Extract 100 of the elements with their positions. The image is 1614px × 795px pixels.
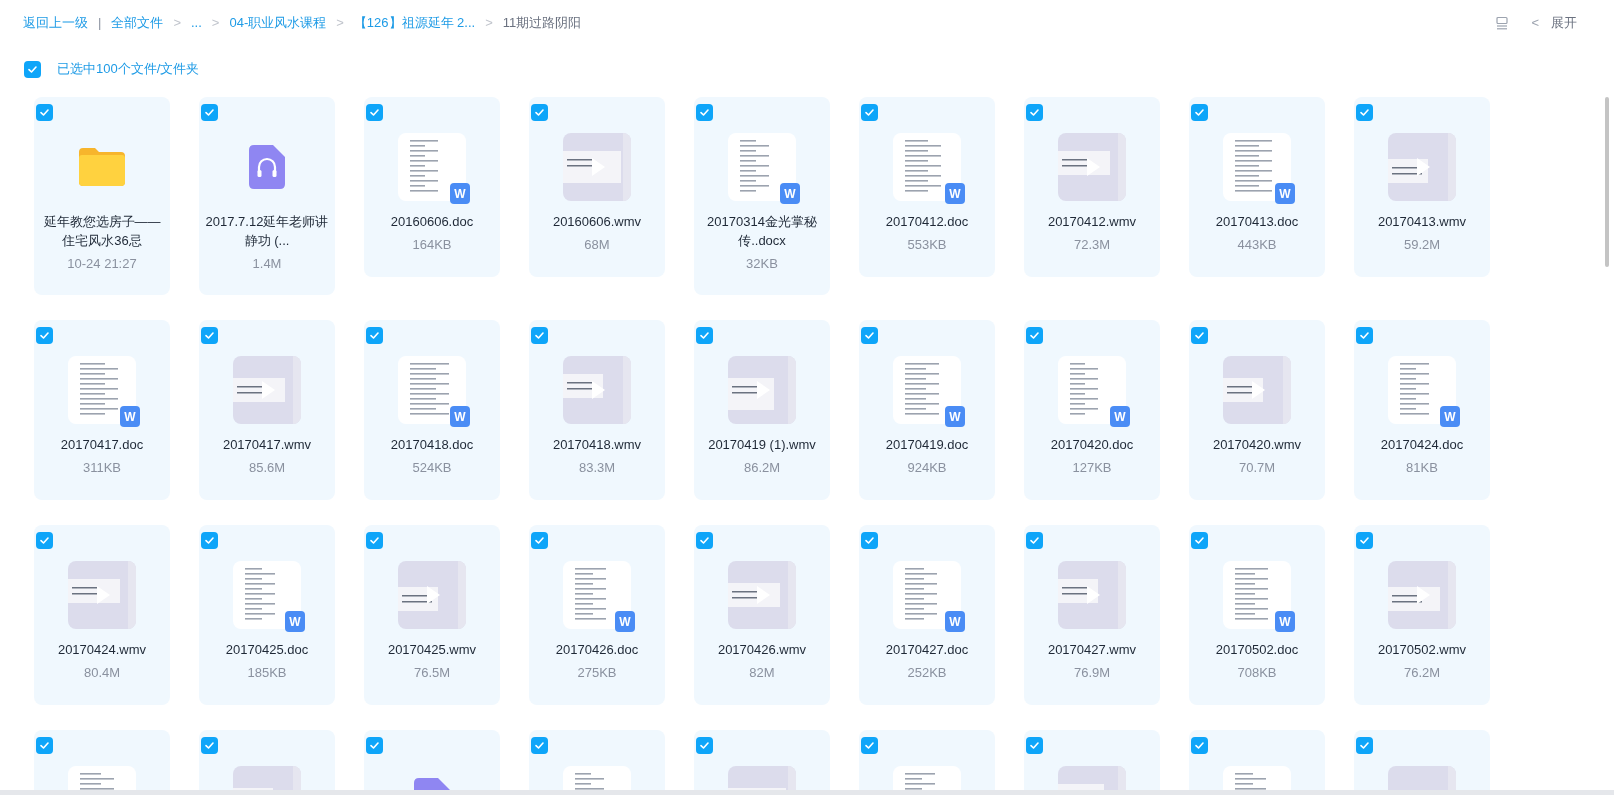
horizontal-scrollbar[interactable] xyxy=(0,790,1614,795)
file-checkbox[interactable] xyxy=(861,104,878,121)
file-card[interactable]: W 20170425.doc 185KB xyxy=(199,525,335,705)
file-name: 20170419.doc xyxy=(884,436,970,454)
file-checkbox[interactable] xyxy=(366,737,383,754)
check-icon xyxy=(1359,740,1370,751)
file-checkbox[interactable] xyxy=(366,104,383,121)
file-card[interactable]: 20170502.wmv 76.2M xyxy=(1354,525,1490,705)
file-card[interactable]: W 20160606.doc 164KB xyxy=(364,97,500,277)
file-checkbox[interactable] xyxy=(861,327,878,344)
file-card[interactable]: W 20170426.doc 275KB xyxy=(529,525,665,705)
file-checkbox[interactable] xyxy=(1026,532,1043,549)
file-checkbox[interactable] xyxy=(1191,532,1208,549)
separator: | xyxy=(98,14,102,33)
file-checkbox[interactable] xyxy=(696,327,713,344)
file-checkbox[interactable] xyxy=(201,532,218,549)
file-checkbox[interactable] xyxy=(1026,327,1043,344)
file-card[interactable]: W 20170418.doc 524KB xyxy=(364,320,500,500)
file-checkbox[interactable] xyxy=(36,737,53,754)
file-card[interactable]: W 20170417.doc 311KB xyxy=(34,320,170,500)
file-name: 20170425.doc xyxy=(224,641,310,659)
file-card[interactable]: 2017.7.12延年老师讲静功 (... 1.4M xyxy=(199,97,335,295)
file-checkbox[interactable] xyxy=(201,104,218,121)
file-name: 20170417.doc xyxy=(59,436,145,454)
select-all-checkbox[interactable] xyxy=(24,60,41,78)
file-size: 81KB xyxy=(1406,459,1438,477)
folder-icon xyxy=(77,146,127,188)
word-file-badge: W xyxy=(285,611,305,632)
file-checkbox[interactable] xyxy=(531,737,548,754)
scrollbar-thumb[interactable] xyxy=(1605,97,1609,267)
check-icon xyxy=(864,740,875,751)
file-name: 20160606.wmv xyxy=(551,213,643,231)
check-icon xyxy=(534,535,545,546)
file-checkbox[interactable] xyxy=(36,104,53,121)
word-file-badge: W xyxy=(450,183,470,204)
file-card[interactable]: W 20170502.doc 708KB xyxy=(1189,525,1325,705)
file-card[interactable]: 20170418.wmv 83.3M xyxy=(529,320,665,500)
file-checkbox[interactable] xyxy=(36,327,53,344)
file-checkbox[interactable] xyxy=(1356,104,1373,121)
audio-file-icon xyxy=(249,145,285,189)
file-checkbox[interactable] xyxy=(1191,327,1208,344)
file-size: 82M xyxy=(749,664,775,682)
file-card[interactable]: W 20170420.doc 127KB xyxy=(1024,320,1160,500)
file-name: 20170426.doc xyxy=(554,641,640,659)
file-checkbox[interactable] xyxy=(1356,327,1373,344)
list-view-icon[interactable] xyxy=(1495,16,1510,30)
file-card[interactable]: 20170413.wmv 59.2M xyxy=(1354,97,1490,277)
file-checkbox[interactable] xyxy=(366,532,383,549)
file-checkbox[interactable] xyxy=(1356,532,1373,549)
file-card[interactable]: 延年教您选房子——住宅风水36忌 10-24 21:27 xyxy=(34,97,170,295)
word-file-badge: W xyxy=(945,183,965,204)
file-card[interactable]: 20170419 (1).wmv 86.2M xyxy=(694,320,830,500)
check-icon xyxy=(369,535,380,546)
file-checkbox[interactable] xyxy=(531,532,548,549)
file-checkbox[interactable] xyxy=(36,532,53,549)
file-card[interactable]: 20170424.wmv 80.4M xyxy=(34,525,170,705)
file-checkbox[interactable] xyxy=(1191,737,1208,754)
file-checkbox[interactable] xyxy=(861,737,878,754)
file-checkbox[interactable] xyxy=(696,532,713,549)
file-size: 86.2M xyxy=(743,459,781,477)
file-checkbox[interactable] xyxy=(1026,737,1043,754)
file-name: 20170418.doc xyxy=(389,436,475,454)
word-file-badge: W xyxy=(945,406,965,427)
word-file-badge: W xyxy=(450,406,470,427)
check-icon xyxy=(1029,330,1040,341)
file-checkbox[interactable] xyxy=(696,737,713,754)
file-checkbox[interactable] xyxy=(531,104,548,121)
file-name: 20170412.wmv xyxy=(1046,213,1138,231)
file-card[interactable]: W 20170412.doc 553KB xyxy=(859,97,995,277)
file-checkbox[interactable] xyxy=(1026,104,1043,121)
breadcrumb-arrow: > xyxy=(485,14,493,33)
file-checkbox[interactable] xyxy=(531,327,548,344)
file-card[interactable]: W 20170314金光掌秘传..docx 32KB xyxy=(694,97,830,295)
file-card[interactable]: W 20170424.doc 81KB xyxy=(1354,320,1490,500)
file-card[interactable]: W 20170419.doc 924KB xyxy=(859,320,995,500)
word-file-badge: W xyxy=(615,611,635,632)
file-size: 59.2M xyxy=(1403,236,1441,254)
expand-link[interactable]: 展开 xyxy=(1551,13,1577,33)
file-checkbox[interactable] xyxy=(1356,737,1373,754)
file-name: 20170413.doc xyxy=(1214,213,1300,231)
check-icon xyxy=(369,330,380,341)
file-checkbox[interactable] xyxy=(861,532,878,549)
file-card[interactable]: 20170412.wmv 72.3M xyxy=(1024,97,1160,277)
file-card[interactable]: 20170420.wmv 70.7M xyxy=(1189,320,1325,500)
file-checkbox[interactable] xyxy=(366,327,383,344)
check-icon xyxy=(699,740,710,751)
file-checkbox[interactable] xyxy=(696,104,713,121)
file-checkbox[interactable] xyxy=(201,327,218,344)
file-card[interactable]: 20170425.wmv 76.5M xyxy=(364,525,500,705)
file-card[interactable]: W 20170413.doc 443KB xyxy=(1189,97,1325,277)
file-card[interactable]: 20170427.wmv 76.9M xyxy=(1024,525,1160,705)
file-card[interactable]: 20170426.wmv 82M xyxy=(694,525,830,705)
file-card[interactable]: W 20170427.doc 252KB xyxy=(859,525,995,705)
file-card[interactable]: 20160606.wmv 68M xyxy=(529,97,665,277)
file-checkbox[interactable] xyxy=(201,737,218,754)
file-name: 延年教您选房子——住宅风水36忌 xyxy=(42,213,162,250)
file-size: 708KB xyxy=(1237,664,1277,682)
file-card[interactable]: 20170417.wmv 85.6M xyxy=(199,320,335,500)
file-checkbox[interactable] xyxy=(1191,104,1208,121)
file-name: 20170502.doc xyxy=(1214,641,1300,659)
